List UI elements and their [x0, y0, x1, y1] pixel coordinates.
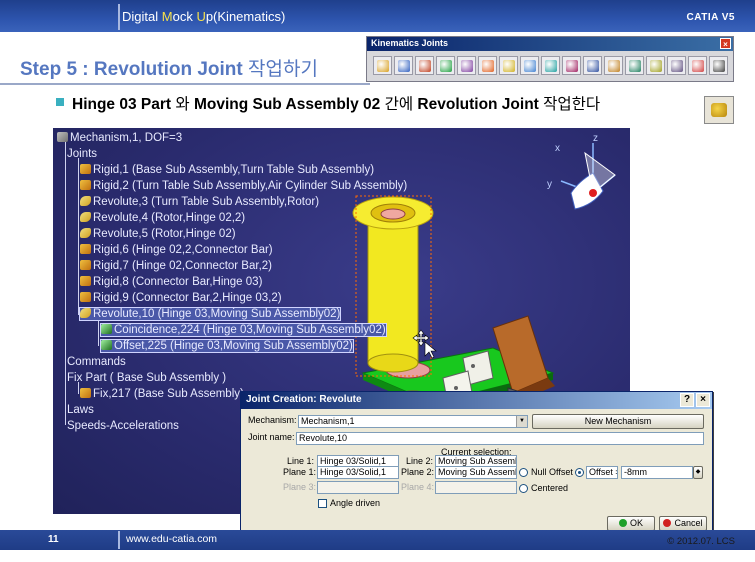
tree-commands[interactable]: Commands: [67, 356, 126, 368]
null-offset-radio[interactable]: [519, 468, 528, 477]
plane2-label: Plane 2:: [401, 467, 435, 477]
offset-value-input[interactable]: -8mm: [621, 466, 693, 479]
tree-joint-item[interactable]: Rigid,2 (Turn Table Sub Assembly,Air Cyl…: [80, 180, 407, 192]
plane1-field[interactable]: Hinge 03/Solid,1: [317, 466, 399, 479]
new-mechanism-button[interactable]: New Mechanism: [532, 414, 704, 429]
null-offset-label: Null Offset: [531, 467, 573, 477]
planar-joint-icon[interactable]: [478, 56, 497, 75]
tree-joints[interactable]: Joints: [67, 148, 97, 160]
revolute-joint-icon[interactable]: [373, 56, 392, 75]
instruction-text: Hinge 03 Part 와 Moving Sub Assembly 02 간…: [72, 96, 601, 113]
header-title: Digital Mock Up(Kinematics): [122, 9, 286, 24]
offset-radio[interactable]: [575, 468, 584, 477]
footer-bar: 11 www.edu-catia.com: [0, 530, 755, 550]
point-surface-joint-icon[interactable]: [583, 56, 602, 75]
tree-laws[interactable]: Laws: [67, 404, 94, 416]
tree-root[interactable]: Mechanism,1, DOF=3: [57, 132, 182, 144]
bullet-icon: [56, 98, 64, 106]
universal-joint-icon[interactable]: [604, 56, 623, 75]
angle-driven-label: Angle driven: [330, 498, 381, 508]
toolbar-title: Kinematics Joints ×: [367, 37, 733, 51]
cancel-icon: [663, 519, 672, 527]
title-underline: [0, 83, 370, 85]
tree-fix-item[interactable]: Fix,217 (Base Sub Assembly): [80, 388, 244, 400]
rigid-joint-icon[interactable]: [499, 56, 518, 75]
roll-curve-joint-icon[interactable]: [562, 56, 581, 75]
point-curve-joint-icon[interactable]: [520, 56, 539, 75]
offset-label-box: Offset =: [586, 466, 618, 479]
mechanism-label: Mechanism:: [248, 415, 297, 425]
cable-joint-icon[interactable]: [688, 56, 707, 75]
joint-name-input[interactable]: Revolute,10: [296, 432, 704, 445]
line2-label: Line 2:: [406, 456, 434, 466]
tree-joint-item[interactable]: Rigid,9 (Connector Bar,2,Hinge 03,2): [80, 292, 282, 304]
spherical-joint-icon[interactable]: [457, 56, 476, 75]
tree-joint-item[interactable]: Rigid,1 (Base Sub Assembly,Turn Table Su…: [80, 164, 374, 176]
plane2-field[interactable]: Moving Sub Assemb: [435, 466, 517, 479]
tree-joint-item[interactable]: Revolute,5 (Rotor,Hinge 02): [80, 228, 236, 240]
tree-constraint-item[interactable]: Offset,225 (Hinge 03,Moving Sub Assembly…: [100, 339, 354, 353]
cv-joint-icon[interactable]: [625, 56, 644, 75]
tree-speeds-accelerations[interactable]: Speeds-Accelerations: [67, 420, 179, 432]
rack-joint-icon[interactable]: [667, 56, 686, 75]
dialog-title: Joint Creation: Revolute ? ×: [241, 392, 712, 409]
cancel-button[interactable]: Cancel: [659, 516, 707, 531]
plane3-field: [317, 481, 399, 494]
header-brand: CATIA V5: [686, 12, 735, 23]
header-separator: [118, 4, 120, 30]
slide-curve-joint-icon[interactable]: [541, 56, 560, 75]
tree-joint-item[interactable]: Rigid,7 (Hinge 02,Connector Bar,2): [80, 260, 272, 272]
copyright-text: © 2012.07. LCS: [667, 536, 735, 547]
footer-separator: [118, 531, 120, 549]
centered-label: Centered: [531, 483, 569, 493]
close-button[interactable]: ×: [696, 393, 710, 407]
plane4-field: [435, 481, 517, 494]
offset-spinner[interactable]: ◆: [693, 466, 703, 479]
joint-creation-dialog: Joint Creation: Revolute ? × Mechanism: …: [240, 391, 713, 539]
angle-driven-checkbox[interactable]: [318, 499, 327, 508]
tree-joint-item[interactable]: Revolute,4 (Rotor,Hinge 02,2): [80, 212, 245, 224]
screw-joint-icon[interactable]: [436, 56, 455, 75]
toolbar-icon-row: [373, 56, 728, 75]
ok-icon: [618, 519, 627, 527]
line1-label: Line 1:: [287, 456, 315, 466]
kinematics-joints-toolbar: Kinematics Joints ×: [366, 36, 734, 82]
toolbar-close-icon[interactable]: ×: [720, 38, 731, 49]
joint-name-label: Joint name:: [248, 432, 295, 442]
cylindrical-joint-icon[interactable]: [415, 56, 434, 75]
prismatic-joint-icon[interactable]: [394, 56, 413, 75]
header-bar: Digital Mock Up(Kinematics) CATIA V5: [0, 0, 755, 32]
ok-button[interactable]: OK: [607, 516, 655, 531]
help-button[interactable]: ?: [680, 393, 694, 407]
tree-joint-item[interactable]: Rigid,6 (Hinge 02,2,Connector Bar): [80, 244, 273, 256]
tree-joint-item[interactable]: Rigid,8 (Connector Bar,Hinge 03): [80, 276, 262, 288]
footer-url[interactable]: www.edu-catia.com: [126, 533, 217, 545]
compass-axes-icon[interactable]: x z y: [543, 133, 623, 223]
tree-constraint-item[interactable]: Coincidence,224 (Hinge 03,Moving Sub Ass…: [100, 323, 387, 337]
axis-x-label: x: [555, 143, 560, 154]
chevron-down-icon: ▼: [516, 416, 527, 427]
step-title: Step 5 : Revolution Joint 작업하기: [20, 59, 318, 80]
axis-y-label: y: [547, 179, 552, 190]
page-number: 11: [48, 534, 59, 545]
centered-radio[interactable]: [519, 484, 528, 493]
mechanism-select[interactable]: Mechanism,1 ▼: [298, 415, 528, 428]
axis-system-joint-icon[interactable]: [709, 56, 728, 75]
plane1-label: Plane 1:: [283, 467, 317, 477]
axis-z-label: z: [593, 133, 598, 144]
plane3-label: Plane 3:: [283, 482, 317, 492]
plane4-label: Plane 4:: [401, 482, 435, 492]
tree-fix-part[interactable]: Fix Part ( Base Sub Assembly ): [67, 372, 226, 384]
revolute-joint-icon: [704, 96, 734, 124]
tree-joint-item-selected[interactable]: Revolute,10 (Hinge 03,Moving Sub Assembl…: [78, 307, 342, 321]
gear-joint-icon[interactable]: [646, 56, 665, 75]
tree-joint-item[interactable]: Revolute,3 (Turn Table Sub Assembly,Roto…: [80, 196, 319, 208]
